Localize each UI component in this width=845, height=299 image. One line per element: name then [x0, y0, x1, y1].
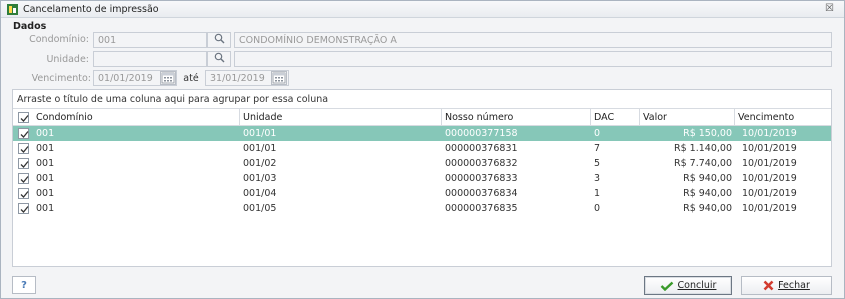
cell-valor: R$ 940,00 — [683, 203, 732, 214]
fechar-label: Fechar — [778, 280, 810, 291]
unidade-search-button[interactable] — [207, 51, 231, 67]
row-checkbox[interactable] — [18, 203, 29, 214]
unidade-code-field[interactable] — [93, 51, 207, 67]
cell-dac: 0 — [594, 203, 601, 214]
calendar-icon[interactable] — [271, 71, 287, 85]
table-row[interactable]: 001 001/01 000000376831 7 R$ 1.140,00 10/01/2… — [13, 141, 831, 156]
cell-valor: R$ 940,00 — [683, 173, 732, 184]
condominio-code-field[interactable]: 001 — [93, 32, 207, 48]
row-checkbox[interactable] — [18, 158, 29, 169]
title-bar: Cancelamento de impressão ☒ — [1, 1, 844, 18]
close-x-icon — [763, 280, 774, 291]
cell-nosso-numero: 000000376831 — [445, 143, 518, 154]
cell-condominio: 001 — [36, 128, 55, 139]
dialog-window: Cancelamento de impressão ☒ Dados Condom… — [0, 0, 845, 299]
cell-unidade: 001/03 — [243, 173, 277, 184]
unidade-name-field — [234, 51, 832, 67]
cell-unidade: 001/01 — [243, 128, 277, 139]
cell-nosso-numero: 000000376833 — [445, 173, 518, 184]
dados-group-title: Dados — [13, 21, 47, 32]
cell-condominio: 001 — [36, 203, 55, 214]
concluir-button[interactable]: Concluir — [644, 276, 732, 295]
cell-dac: 5 — [594, 158, 601, 169]
row-checkbox[interactable] — [18, 173, 29, 184]
column-header-condominio[interactable]: Condomínio — [33, 109, 240, 126]
search-icon — [214, 52, 225, 66]
table-row[interactable]: 001 001/03 000000376833 3 R$ 940,00 10/01/201… — [13, 171, 831, 186]
checkmark-icon — [660, 281, 674, 291]
cell-unidade: 001/04 — [243, 188, 277, 199]
row-checkbox[interactable] — [18, 188, 29, 199]
cell-valor: R$ 7.740,00 — [674, 158, 732, 169]
cell-condominio: 001 — [36, 158, 55, 169]
column-header-vencimento[interactable]: Vencimento — [735, 109, 831, 126]
cell-nosso-numero: 000000376832 — [445, 158, 518, 169]
calendar-icon[interactable] — [160, 71, 176, 85]
table-row[interactable]: 001 001/04 000000376834 1 R$ 940,00 10/01/201… — [13, 186, 831, 201]
condominio-name-field: CONDOMÍNIO DEMONSTRAÇÃO A — [234, 32, 832, 48]
cell-vencimento: 10/01/2019 — [742, 143, 797, 154]
cell-unidade: 001/05 — [243, 203, 277, 214]
app-icon — [7, 3, 18, 15]
grid-body: 001 001/01 000000377158 0 R$ 150,00 10/01/201… — [13, 126, 831, 216]
results-grid: Arraste o título de uma coluna aqui para… — [12, 89, 832, 267]
vencimento-label: Vencimento: — [31, 73, 91, 84]
cell-valor: R$ 150,00 — [683, 128, 732, 139]
group-by-panel[interactable]: Arraste o título de uma coluna aqui para… — [13, 90, 831, 109]
cell-nosso-numero: 000000376835 — [445, 203, 518, 214]
table-row[interactable]: 001 001/05 000000376835 0 R$ 940,00 10/01/201… — [13, 201, 831, 216]
close-window-icon[interactable]: ☒ — [825, 3, 834, 14]
cell-valor: R$ 940,00 — [683, 188, 732, 199]
grid-header: Condomínio Unidade Nosso número DAC Valo… — [13, 109, 831, 126]
table-row[interactable]: 001 001/01 000000377158 0 R$ 150,00 10/01/201… — [13, 126, 831, 141]
cell-unidade: 001/02 — [243, 158, 277, 169]
cell-condominio: 001 — [36, 173, 55, 184]
window-title: Cancelamento de impressão — [23, 3, 159, 15]
cell-unidade: 001/01 — [243, 143, 277, 154]
cell-dac: 1 — [594, 188, 601, 199]
cell-condominio: 001 — [36, 188, 55, 199]
cell-vencimento: 10/01/2019 — [742, 128, 797, 139]
cell-nosso-numero: 000000376834 — [445, 188, 518, 199]
concluir-label: Concluir — [677, 280, 717, 291]
ate-label: até — [183, 73, 199, 84]
table-row[interactable]: 001 001/02 000000376832 5 R$ 7.740,00 10/01/2… — [13, 156, 831, 171]
cell-vencimento: 10/01/2019 — [742, 173, 797, 184]
unidade-label: Unidade: — [46, 54, 89, 65]
row-checkbox[interactable] — [18, 128, 29, 139]
select-all-checkbox[interactable] — [18, 112, 29, 123]
cell-valor: R$ 1.140,00 — [674, 143, 732, 154]
column-header-valor[interactable]: Valor — [640, 109, 735, 126]
cell-dac: 3 — [594, 173, 601, 184]
column-header-nosso-numero[interactable]: Nosso número — [442, 109, 591, 126]
column-header-unidade[interactable]: Unidade — [240, 109, 442, 126]
cell-vencimento: 10/01/2019 — [742, 158, 797, 169]
cell-vencimento: 10/01/2019 — [742, 188, 797, 199]
row-checkbox[interactable] — [18, 143, 29, 154]
help-button[interactable]: ? — [12, 276, 36, 294]
condominio-label: Condomínio: — [29, 34, 89, 45]
cell-condominio: 001 — [36, 143, 55, 154]
search-icon — [214, 33, 225, 47]
cell-dac: 7 — [594, 143, 601, 154]
cell-vencimento: 10/01/2019 — [742, 203, 797, 214]
column-header-dac[interactable]: DAC — [591, 109, 640, 126]
fechar-button[interactable]: Fechar — [741, 276, 832, 295]
cell-nosso-numero: 000000377158 — [445, 128, 518, 139]
condominio-search-button[interactable] — [207, 32, 231, 48]
cell-dac: 0 — [594, 128, 601, 139]
